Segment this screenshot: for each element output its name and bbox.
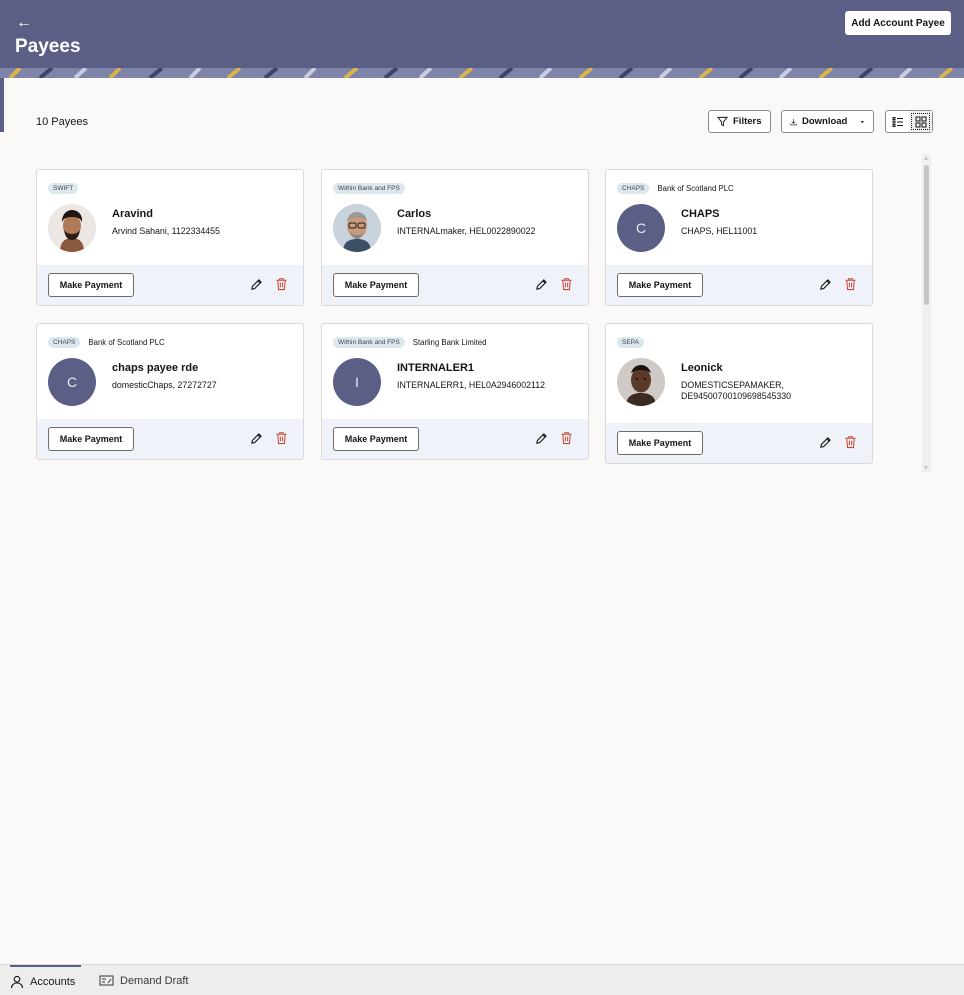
payee-tags: SEPA [617,337,644,348]
edit-icon[interactable] [250,278,263,291]
payment-type-chip: SWIFT [48,183,79,194]
edit-icon[interactable] [535,278,548,291]
list-view-button[interactable] [886,111,909,132]
payee-avatar [617,358,665,406]
payee-tags: CHAPS Bank of Scotland PLC [48,337,165,348]
payment-type-chip: SEPA [617,337,644,348]
payee-account-detail: INTERNALmaker, HEL0022890022 [397,226,536,236]
edit-icon[interactable] [250,432,263,445]
card-footer: Make Payment [606,423,872,463]
edit-icon[interactable] [535,432,548,445]
payment-type-chip: Within Bank and FPS [333,183,405,194]
grid-view-button[interactable] [909,111,932,132]
payee-tags: CHAPS Bank of Scotland PLC [617,183,734,194]
delete-icon[interactable] [844,277,857,291]
payee-tags: SWIFT [48,183,79,194]
filter-icon [717,116,728,127]
scrollbar[interactable] [922,154,931,472]
edit-icon[interactable] [819,436,832,449]
payee-avatar [48,204,96,252]
payee-card[interactable]: Within Bank and FPS Carlos INTERNALmaker… [321,169,589,306]
payee-account-detail: Arvind Sahani, 1122334455 [112,226,220,236]
payment-type-chip: CHAPS [48,337,81,348]
payee-account-detail: DOMESTICSEPAMAKER, DE9450070010969854533… [681,380,792,401]
make-payment-button[interactable]: Make Payment [617,431,703,455]
add-account-payee-button[interactable]: Add Account Payee [845,11,951,35]
payee-name: Aravind [112,208,153,220]
payee-name: INTERNALER1 [397,362,475,374]
payee-card[interactable]: CHAPS Bank of Scotland PLC C CHAPS CHAPS… [605,169,873,306]
view-toggle [885,110,933,133]
bank-name: Bank of Scotland PLC [88,338,165,347]
payee-name: CHAPS [681,208,720,220]
payee-account-detail: CHAPS, HEL11001 [681,226,758,236]
payee-name: Leonick [681,362,723,374]
tab-accounts-label: Accounts [30,975,76,988]
header-pattern [0,68,964,78]
card-footer: Make Payment [606,265,872,305]
delete-icon[interactable] [275,431,288,445]
payee-name: chaps payee rde [112,362,199,374]
payee-avatar: C [617,204,665,252]
edit-icon[interactable] [819,278,832,291]
main-content: 10 Payees Filters Download SWIFT Aravind… [4,78,964,964]
tab-demand-draft[interactable]: Demand Draft [99,965,188,995]
payee-avatar: C [48,358,96,406]
make-payment-button[interactable]: Make Payment [48,427,134,451]
payment-type-chip: CHAPS [617,183,650,194]
tab-demand-draft-label: Demand Draft [120,974,189,987]
scroll-down-arrow-icon[interactable] [924,466,928,470]
payee-card[interactable]: SWIFT Aravind Arvind Sahani, 1122334455 … [36,169,304,306]
card-footer: Make Payment [322,419,588,459]
payee-card[interactable]: CHAPS Bank of Scotland PLC C chaps payee… [36,323,304,460]
card-footer: Make Payment [322,265,588,305]
delete-icon[interactable] [844,435,857,449]
person-icon [10,975,24,988]
bottom-navigation: Accounts Demand Draft [0,964,964,995]
page-header: ← Payees Add Account Payee [0,0,964,78]
page-title: Payees [15,36,81,57]
draft-icon [99,975,114,986]
payee-tags: Within Bank and FPS Starling Bank Limite… [333,337,486,348]
grid-view-icon [915,116,926,127]
payee-name: Carlos [397,208,432,220]
make-payment-button[interactable]: Make Payment [617,273,703,297]
make-payment-button[interactable]: Make Payment [48,273,134,297]
card-footer: Make Payment [37,265,303,305]
avatar-photo-icon [333,204,381,252]
scrollbar-thumb[interactable] [924,165,929,305]
tab-accounts[interactable]: Accounts [10,965,82,995]
payee-count: 10 Payees [36,116,88,128]
payment-type-chip: Within Bank and FPS [333,337,405,348]
bank-name: Bank of Scotland PLC [657,184,734,193]
card-footer: Make Payment [37,419,303,459]
list-view-icon [892,116,903,127]
download-button[interactable]: Download [781,110,874,133]
avatar-photo-icon [48,204,96,252]
scroll-up-arrow-icon[interactable] [924,156,928,160]
make-payment-button[interactable]: Make Payment [333,427,419,451]
payee-card[interactable]: Within Bank and FPS Starling Bank Limite… [321,323,589,460]
back-arrow-icon[interactable]: ← [16,13,38,33]
filters-label: Filters [733,116,762,127]
delete-icon[interactable] [560,277,573,291]
payee-tags: Within Bank and FPS [333,183,405,194]
payee-account-detail: INTERNALERR1, HEL0A2946002112 [397,380,546,390]
payee-account-detail: domesticChaps, 27272727 [112,380,217,390]
download-icon [790,118,797,125]
filters-button[interactable]: Filters [708,110,771,133]
payee-avatar: I [333,358,381,406]
make-payment-button[interactable]: Make Payment [333,273,419,297]
delete-icon[interactable] [275,277,288,291]
caret-down-icon [860,120,865,123]
avatar-photo-icon [617,358,665,406]
download-label: Download [801,116,848,127]
delete-icon[interactable] [560,431,573,445]
payee-avatar [333,204,381,252]
bank-name: Starling Bank Limited [412,338,487,347]
payee-card[interactable]: SEPA Leonick DOMESTICSEPAMAKER, DE945007… [605,323,873,464]
